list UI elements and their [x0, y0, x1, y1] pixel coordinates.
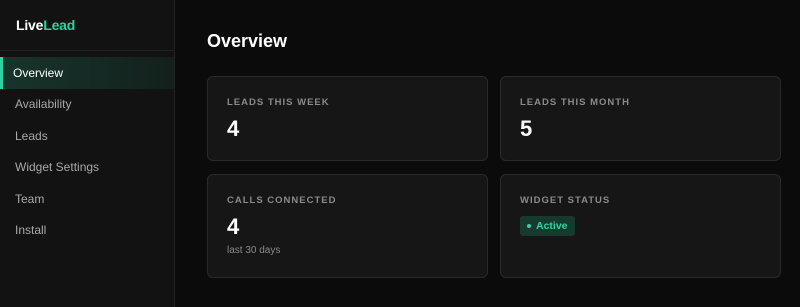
brand-logo-part-lead: Lead	[43, 17, 76, 33]
stat-card-value: 4	[227, 214, 240, 239]
stat-card-leads-this-month: LEADS THIS MONTH 5	[500, 76, 781, 161]
stat-card-calls-connected: CALLS CONNECTED 4 last 30 days	[207, 174, 488, 278]
sidebar-item-team[interactable]: Team	[0, 183, 174, 215]
sidebar-item-availability[interactable]: Availability	[0, 89, 174, 121]
sidebar-nav: Overview Availability Leads Widget Setti…	[0, 57, 174, 246]
sidebar-item-label: Install	[15, 223, 47, 238]
page-title: Overview	[207, 31, 288, 51]
sidebar-item-install[interactable]: Install	[0, 215, 174, 247]
sidebar: LiveLead Overview Availability Leads Wid…	[0, 0, 175, 307]
stat-card-leads-this-week: LEADS THIS WEEK 4	[207, 76, 488, 161]
sidebar-item-label: Widget Settings	[15, 160, 100, 175]
stat-card-label: CALLS CONNECTED	[227, 195, 337, 206]
sidebar-item-widget-settings[interactable]: Widget Settings	[0, 152, 174, 184]
app-root: LiveLead Overview Availability Leads Wid…	[0, 0, 800, 307]
sidebar-item-label: Leads	[15, 128, 48, 143]
sidebar-item-overview[interactable]: Overview	[0, 57, 174, 89]
status-dot-icon	[527, 224, 531, 228]
stat-card-label: LEADS THIS MONTH	[520, 97, 630, 108]
stat-card-value: 5	[520, 116, 533, 141]
stat-card-value: 4	[227, 116, 240, 141]
sidebar-item-label: Availability	[15, 97, 72, 112]
status-badge-label: Active	[536, 220, 568, 232]
stat-card-subtitle: last 30 days	[227, 245, 281, 256]
sidebar-item-label: Overview	[13, 65, 64, 80]
main-content: Overview LEADS THIS WEEK 4 LEADS THIS MO…	[175, 0, 800, 307]
stat-card-label: LEADS THIS WEEK	[227, 97, 330, 108]
brand-logo-part-live: Live	[16, 17, 44, 33]
sidebar-item-leads[interactable]: Leads	[0, 120, 174, 152]
stat-card-widget-status: WIDGET STATUS Active	[500, 174, 781, 278]
status-badge: Active	[520, 216, 575, 236]
sidebar-item-label: Team	[15, 191, 45, 206]
stat-card-label: WIDGET STATUS	[520, 195, 611, 206]
brand-logo: LiveLead	[0, 0, 174, 51]
